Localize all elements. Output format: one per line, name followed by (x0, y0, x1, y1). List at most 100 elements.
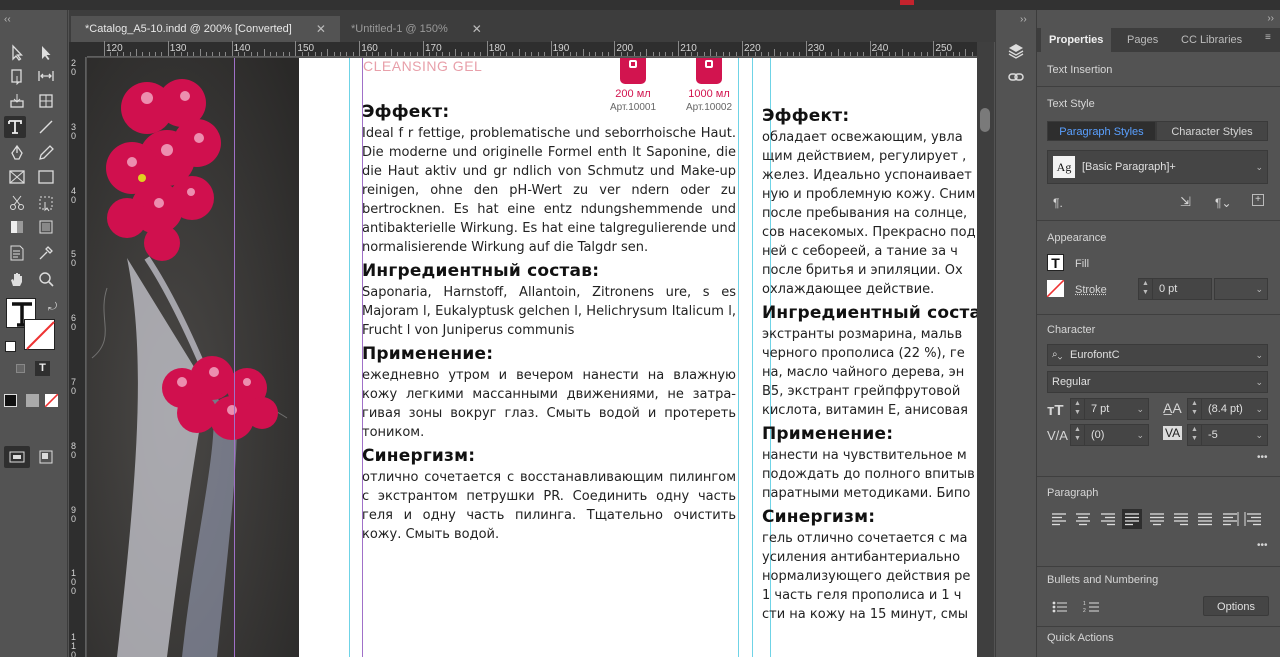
tab-properties[interactable]: Properties (1041, 28, 1111, 52)
redefine-style-icon[interactable]: ¶⌄ (1215, 196, 1232, 210)
text-line[interactable]: на, масло чайного дерева, эн (762, 363, 977, 382)
text-line[interactable]: щим действием, регулирует , (762, 147, 977, 166)
text-line[interactable]: усиления антибантериально (762, 548, 977, 567)
gap-tool-icon[interactable] (35, 65, 57, 87)
line-tool-icon[interactable] (35, 116, 57, 138)
text-line[interactable]: гель отлично сочетается с ма (762, 529, 977, 548)
close-indicator[interactable] (900, 0, 914, 5)
stroke-weight-field[interactable]: ▲ ▼ 0 pt (1138, 278, 1212, 300)
hand-tool-icon[interactable] (6, 268, 28, 290)
product-photo[interactable] (87, 58, 299, 657)
justify-all-icon[interactable] (1195, 509, 1215, 529)
text-line[interactable]: сти на кожу на 15 минут, смы (762, 605, 977, 624)
align-center-icon[interactable] (1073, 509, 1093, 529)
text-line[interactable]: после пребывания на солнце, (762, 204, 977, 223)
vertical-scrollbar[interactable] (977, 42, 994, 657)
options-button[interactable]: Options (1203, 596, 1269, 616)
horizontal-ruler[interactable]: 120 130 140 150 160 170 180 190 200 210 220 230 240 2… (87, 42, 977, 57)
text-line[interactable]: охлаждающее действие. (762, 280, 977, 299)
text-line[interactable]: ней с себореей, а тание за ч (762, 242, 977, 261)
heading-ingredients[interactable]: Ингредиентный состав (762, 303, 977, 323)
font-family-dropdown[interactable]: ⌕⌄ EurofontC ⌄ (1047, 344, 1268, 366)
brand-title[interactable]: CLEANSING GEL (363, 58, 482, 74)
paragraph-application[interactable]: ежедневно утром и вечером нанести на вла… (362, 366, 736, 442)
heading-effect[interactable]: Эффект: (362, 102, 736, 122)
type-tool-icon[interactable] (4, 116, 26, 138)
swap-icon[interactable]: ⤾ (48, 301, 57, 314)
sync-style-icon[interactable]: ⇲ (1180, 194, 1191, 210)
collapse-icon[interactable]: ‹‹ (4, 14, 11, 25)
text-line[interactable]: 1 часть геля прополиса и 1 ч (762, 586, 977, 605)
bottle-200-image[interactable] (620, 58, 646, 84)
document-canvas[interactable]: CLEANSING GEL 200 мл Арт.10001 1000 мл А… (87, 58, 977, 657)
text-line[interactable]: ную и проблемную кожу. Сним (762, 185, 977, 204)
page-tool-icon[interactable] (6, 65, 28, 87)
heading-application[interactable]: Применение: (762, 424, 977, 444)
new-style-icon[interactable]: + (1252, 194, 1264, 206)
content-placer-icon[interactable] (35, 90, 57, 112)
gradient-swatch-tool-icon[interactable] (6, 216, 28, 238)
tracking-field[interactable]: ▲ ▼ -5 ⌄ (1187, 424, 1268, 446)
justify-center-icon[interactable] (1147, 509, 1167, 529)
text-line[interactable]: нанести на чувствительное м (762, 446, 977, 465)
text-line[interactable]: после бритья и эпиляции. Ох (762, 261, 977, 280)
align-left-icon[interactable] (1049, 509, 1069, 529)
expand-icon[interactable]: ›› (1020, 14, 1027, 25)
align-away-from-spine-icon[interactable] (1244, 509, 1264, 529)
paragraph-style-dropdown[interactable]: Ag [Basic Paragraph]+ ⌄ (1047, 150, 1268, 184)
close-icon[interactable]: ✕ (472, 22, 482, 36)
numbered-list-icon[interactable]: 12 (1081, 596, 1103, 618)
text-frame-column-1[interactable]: Эффект: Ideal f r fettige, problematisch… (362, 98, 736, 544)
apply-color-icon[interactable] (4, 394, 17, 407)
heading-ingredients[interactable]: Ингредиентный состав: (362, 261, 736, 281)
panel-menu-icon[interactable]: ≡ (1265, 34, 1275, 44)
more-character-options-icon[interactable]: ••• (1257, 452, 1268, 463)
container-format-icon[interactable] (16, 364, 25, 373)
default-colors-icon[interactable] (5, 341, 16, 352)
paragraph-synergy[interactable]: отлично сочетается с восстанавливающим п… (362, 468, 736, 544)
stroke-none-icon[interactable] (1047, 280, 1064, 297)
bottle-1000-image[interactable] (696, 58, 722, 84)
heading-synergy[interactable]: Синергизм: (362, 446, 736, 466)
character-styles-button[interactable]: Character Styles (1156, 121, 1268, 141)
text-fill-icon[interactable]: T (1047, 254, 1064, 271)
pen-tool-icon[interactable] (6, 142, 28, 164)
justify-right-icon[interactable] (1171, 509, 1191, 529)
paragraph-ingredients[interactable]: Saponaria, Harnstoff, Allantoin, Zitrone… (362, 283, 736, 340)
tab-catalog[interactable]: *Catalog_A5-10.indd @ 200% [Converted] ✕ (71, 16, 340, 42)
heading-application[interactable]: Применение: (362, 344, 736, 364)
text-line[interactable]: B5, экстрант грейпфрутовой (762, 382, 977, 401)
screen-mode-icon[interactable] (35, 446, 57, 468)
bullet-list-icon[interactable] (1049, 596, 1071, 618)
text-line[interactable]: экстранты розмарина, мальв (762, 325, 977, 344)
font-size-field[interactable]: ▲ ▼ 7 pt ⌄ (1070, 398, 1149, 420)
font-style-dropdown[interactable]: Regular ⌄ (1047, 371, 1268, 393)
paragraph-effect[interactable]: Ideal f r fettige, problematische und se… (362, 124, 736, 257)
gradient-feather-tool-icon[interactable] (35, 216, 57, 238)
heading-synergy[interactable]: Синергизм: (762, 507, 977, 527)
text-line[interactable]: сов насекомых. Прекрасно под (762, 223, 977, 242)
ruler-origin[interactable] (69, 42, 87, 57)
text-line[interactable]: желез. Идеально успонаивает (762, 166, 977, 185)
normal-view-icon[interactable] (4, 446, 30, 468)
more-paragraph-options-icon[interactable]: ••• (1257, 540, 1268, 551)
apply-gradient-icon[interactable] (26, 394, 39, 407)
scrollbar-thumb[interactable] (980, 108, 990, 132)
clear-overrides-icon[interactable]: ¶. (1053, 196, 1063, 210)
rectangle-frame-tool-icon[interactable] (6, 166, 28, 188)
text-line[interactable]: кислота, витамин Е, анисовая (762, 401, 977, 420)
leading-field[interactable]: ▲ ▼ (8.4 pt) ⌄ (1187, 398, 1268, 420)
selection-tool-icon[interactable] (6, 42, 28, 64)
text-line[interactable]: подождать до полного впитыв (762, 465, 977, 484)
zoom-tool-icon[interactable] (35, 268, 57, 290)
close-icon[interactable]: ✕ (316, 22, 326, 36)
pencil-tool-icon[interactable] (35, 142, 57, 164)
scissors-tool-icon[interactable] (6, 192, 28, 214)
align-right-icon[interactable] (1098, 509, 1118, 529)
apply-none-icon[interactable] (45, 394, 58, 407)
links-icon[interactable] (1005, 66, 1027, 88)
rectangle-tool-icon[interactable] (35, 166, 57, 188)
kerning-field[interactable]: ▲ ▼ (0) ⌄ (1070, 424, 1149, 446)
tab-cc-libraries[interactable]: CC Libraries (1173, 28, 1250, 52)
heading-effect[interactable]: Эффект: (762, 106, 977, 126)
